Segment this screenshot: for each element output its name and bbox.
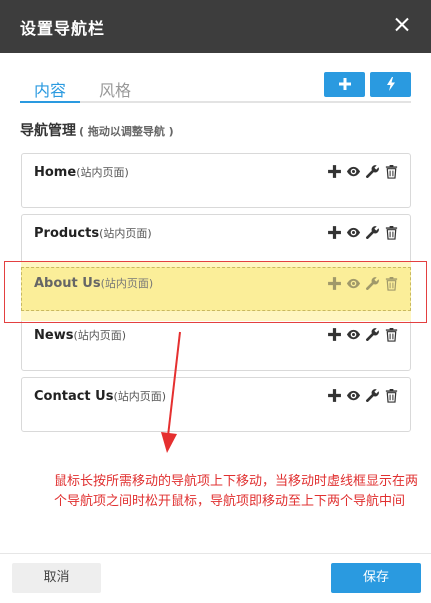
plus-icon[interactable] xyxy=(327,164,342,179)
close-icon[interactable] xyxy=(391,14,413,36)
nav-item-actions xyxy=(327,327,399,342)
eye-icon[interactable] xyxy=(346,225,361,240)
plus-icon xyxy=(338,78,351,90)
dialog-title: 设置导航栏 xyxy=(20,19,106,38)
nav-item-name: Products(站内页面) xyxy=(34,226,152,241)
lightning-icon xyxy=(386,77,395,91)
add-nav-button[interactable] xyxy=(324,72,365,97)
plus-icon[interactable] xyxy=(327,327,342,342)
save-button[interactable]: 保存 xyxy=(331,563,421,593)
nav-item-type: (站内页面) xyxy=(76,166,129,179)
nav-item-name: Home(站内页面) xyxy=(34,165,129,180)
tab-content[interactable]: 内容 xyxy=(34,77,66,101)
section-title-text: 导航管理 xyxy=(20,123,76,139)
nav-item-contact-us[interactable]: Contact Us(站内页面) xyxy=(21,377,411,432)
section-title: 导航管理( 拖动以调整导航 ) xyxy=(20,120,174,140)
trash-icon[interactable] xyxy=(384,164,399,179)
dialog-header: 设置导航栏 xyxy=(0,0,431,53)
quick-add-button[interactable] xyxy=(370,72,411,97)
annotation-text: 鼠标长按所需移动的导航项上下移动，当移动时虚线框显示在两个导航项之间时松开鼠标，… xyxy=(54,474,419,509)
eye-icon[interactable] xyxy=(346,388,361,403)
wrench-icon[interactable] xyxy=(365,388,380,403)
plus-icon[interactable] xyxy=(327,388,342,403)
nav-item-news[interactable]: News(站内页面) xyxy=(21,316,411,371)
nav-item-type: (站内页面) xyxy=(99,227,152,240)
trash-icon[interactable] xyxy=(384,327,399,342)
arrow-annotation xyxy=(161,331,181,453)
nav-item-type: (站内页面) xyxy=(73,329,127,342)
plus-icon[interactable] xyxy=(327,225,342,240)
wrench-icon[interactable] xyxy=(365,164,380,179)
eye-icon[interactable] xyxy=(346,327,361,342)
nav-item-name: Contact Us(站内页面) xyxy=(34,389,167,404)
eye-icon[interactable] xyxy=(346,164,361,179)
nav-item-actions xyxy=(327,388,399,403)
nav-item-name: News(站内页面) xyxy=(34,328,127,343)
wrench-icon[interactable] xyxy=(365,327,380,342)
highlight-frame xyxy=(4,261,427,323)
nav-item-actions xyxy=(327,164,399,179)
tab-style[interactable]: 风格 xyxy=(99,77,131,101)
cancel-button[interactable]: 取消 xyxy=(12,563,101,593)
wrench-icon[interactable] xyxy=(365,225,380,240)
section-hint: ( 拖动以调整导航 ) xyxy=(79,125,174,138)
trash-icon[interactable] xyxy=(384,388,399,403)
active-tab-indicator xyxy=(20,101,80,103)
footer-divider xyxy=(0,553,431,554)
nav-item-home[interactable]: Home(站内页面) xyxy=(21,153,411,208)
trash-icon[interactable] xyxy=(384,225,399,240)
nav-item-actions xyxy=(327,225,399,240)
